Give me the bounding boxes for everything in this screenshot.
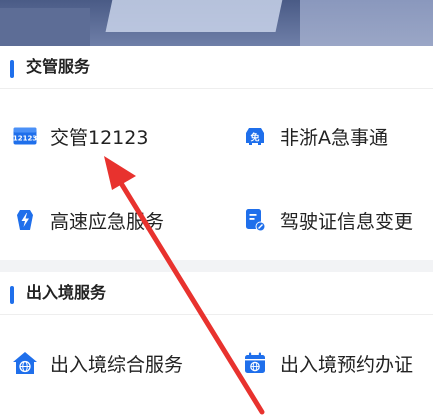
svg-text:免: 免 <box>250 132 259 144</box>
entry-exit-services-section: 出入境服务 出入境综合服务 出入境预约办证 <box>0 272 433 416</box>
traffic-services-section: 交管服务 12123 交管12123 免 非浙A急事通 高速应急服务 驾驶证信息… <box>0 46 433 260</box>
service-item-label: 高速应急服务 <box>50 210 165 233</box>
service-item-entry-exit-appointment[interactable]: 出入境预约办证 <box>242 343 413 383</box>
section-accent-bar <box>10 60 14 78</box>
service-item-license-change[interactable]: 驾驶证信息变更 <box>242 200 413 240</box>
traffic-12123-icon: 12123 <box>12 123 38 149</box>
service-item-label: 出入境综合服务 <box>50 353 184 376</box>
service-item-label: 出入境预约办证 <box>280 353 414 376</box>
globe-home-icon <box>12 350 38 376</box>
section-title: 交管服务 <box>26 57 91 76</box>
service-item-entry-exit-comprehensive[interactable]: 出入境综合服务 <box>12 343 183 383</box>
section-header: 出入境服务 <box>0 272 433 315</box>
svg-text:12123: 12123 <box>13 135 37 143</box>
banner-image[interactable] <box>0 0 433 46</box>
section-divider <box>0 260 433 272</box>
service-item-label: 非浙A急事通 <box>280 126 388 149</box>
section-header: 交管服务 <box>0 46 433 89</box>
service-item-label: 驾驶证信息变更 <box>280 210 414 233</box>
service-item-highway-emergency[interactable]: 高速应急服务 <box>12 200 164 240</box>
section-accent-bar <box>10 286 14 304</box>
calendar-globe-icon <box>242 350 268 376</box>
section-title: 出入境服务 <box>26 283 107 302</box>
license-edit-icon <box>242 207 268 233</box>
service-item-non-zhejiang-a[interactable]: 免 非浙A急事通 <box>242 116 388 156</box>
lightning-icon <box>12 207 38 233</box>
service-item-traffic-12123[interactable]: 12123 交管12123 <box>12 116 148 156</box>
service-item-label: 交管12123 <box>50 126 149 149</box>
exemption-car-icon: 免 <box>242 123 268 149</box>
